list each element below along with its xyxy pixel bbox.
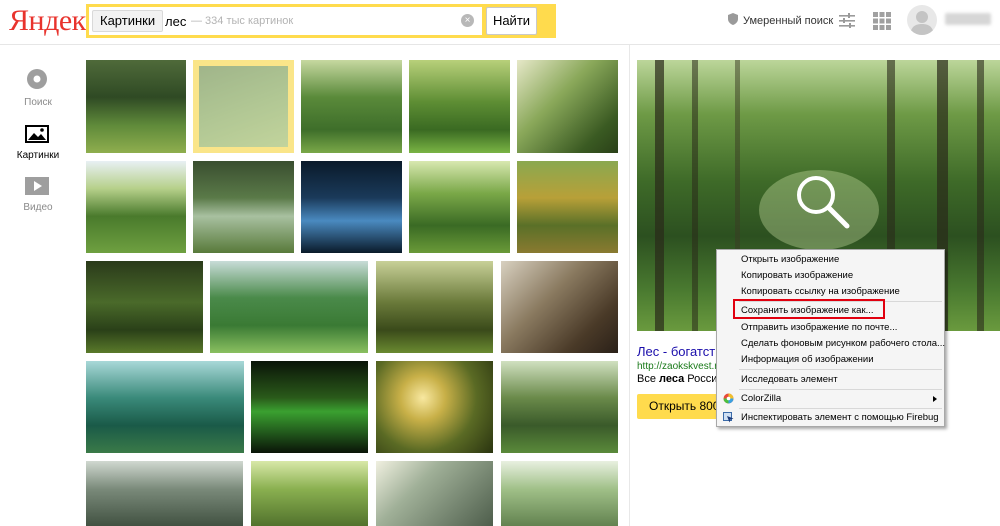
image-grid [76, 45, 630, 526]
submenu-arrow-icon [933, 396, 937, 402]
nav-item-label: Картинки [16, 150, 60, 161]
ctx-separator [739, 408, 942, 409]
image-thumb[interactable] [501, 461, 618, 526]
nav-item-label: Видео [23, 202, 53, 213]
header: Яндекс Картинки лес — 334 тыс картинок ×… [0, 0, 1000, 45]
shield-icon [728, 13, 738, 25]
ctx-firebug-inspect[interactable]: Инспектировать элемент с помощью Firebug [741, 412, 939, 424]
image-thumb[interactable] [409, 60, 510, 153]
image-icon [25, 125, 49, 143]
image-thumb[interactable] [501, 261, 618, 353]
username[interactable]: vadesign [945, 13, 991, 25]
avatar[interactable] [907, 5, 937, 35]
search-scope-chip[interactable]: Картинки [92, 10, 164, 32]
ctx-open-image[interactable]: Открыть изображение [741, 254, 839, 266]
image-thumb[interactable] [210, 261, 368, 353]
search-results-count: — 334 тыс картинок [191, 15, 294, 27]
image-thumb[interactable] [376, 361, 493, 453]
yandex-images-page: Яндекс Картинки лес — 334 тыс картинок ×… [0, 0, 1000, 526]
image-thumb[interactable] [86, 461, 243, 526]
image-thumb[interactable] [251, 461, 368, 526]
apps-grid-icon[interactable] [873, 12, 891, 30]
clear-icon[interactable]: × [461, 14, 474, 27]
search-input[interactable]: Картинки лес — 334 тыс картинок × [89, 7, 482, 35]
magnifier-icon[interactable] [793, 172, 851, 230]
image-thumb[interactable] [301, 161, 402, 253]
yandex-logo[interactable]: Яндекс [9, 4, 98, 38]
colorzilla-icon [723, 393, 734, 404]
image-thumb[interactable] [86, 161, 186, 253]
image-thumb[interactable] [517, 60, 618, 153]
image-thumb[interactable] [409, 161, 510, 253]
image-thumb[interactable] [501, 361, 618, 453]
image-thumb[interactable] [301, 60, 402, 153]
image-thumb[interactable] [86, 361, 244, 453]
image-thumb-selected[interactable] [193, 60, 294, 153]
result-url-link[interactable]: http://zaokskvest.r [637, 361, 718, 372]
image-thumb[interactable] [517, 161, 618, 253]
result-desc-bold: леса [659, 373, 685, 385]
image-thumb[interactable] [376, 261, 493, 353]
search-circle-icon [27, 69, 47, 89]
ctx-separator [739, 369, 942, 370]
nav-item-video[interactable]: Видео [0, 177, 76, 215]
find-button[interactable]: Найти [486, 7, 537, 35]
ctx-set-wallpaper[interactable]: Сделать фоновым рисунком рабочего стола.… [741, 338, 945, 350]
nav-item-search[interactable]: Поиск [0, 68, 76, 110]
safe-search-toggle[interactable]: Умеренный поиск [743, 15, 833, 27]
ctx-separator [739, 389, 942, 390]
ctx-copy-image[interactable]: Копировать изображение [741, 270, 853, 282]
ctx-email-image[interactable]: Отправить изображение по почте... [741, 322, 897, 334]
image-thumb[interactable] [251, 361, 368, 453]
ctx-colorzilla[interactable]: ColorZilla [741, 393, 781, 405]
image-thumb[interactable] [193, 161, 294, 253]
filters-icon[interactable] [839, 12, 855, 28]
left-nav: Поиск Картинки Видео [0, 45, 76, 526]
nav-item-images[interactable]: Картинки [0, 125, 76, 163]
ctx-image-info[interactable]: Информация об изображении [741, 354, 874, 366]
image-thumb[interactable] [86, 261, 203, 353]
result-desc-prefix: Все [637, 373, 660, 385]
search-query-text: лес [165, 14, 187, 29]
play-icon [25, 177, 49, 195]
context-menu: Открыть изображение Копировать изображен… [716, 249, 945, 427]
ctx-inspect-element[interactable]: Исследовать элемент [741, 374, 838, 386]
firebug-icon [723, 412, 734, 423]
user-silhouette-icon [910, 11, 934, 35]
result-description: Все леса России [637, 373, 724, 385]
image-thumb[interactable] [86, 60, 186, 153]
search-bar: Картинки лес — 334 тыс картинок × Найти [86, 4, 556, 38]
ctx-copy-image-link[interactable]: Копировать ссылку на изображение [741, 286, 900, 298]
nav-item-label: Поиск [24, 97, 52, 108]
save-image-highlight [733, 299, 885, 319]
image-thumb[interactable] [376, 461, 493, 526]
find-button-arrow [537, 7, 547, 35]
